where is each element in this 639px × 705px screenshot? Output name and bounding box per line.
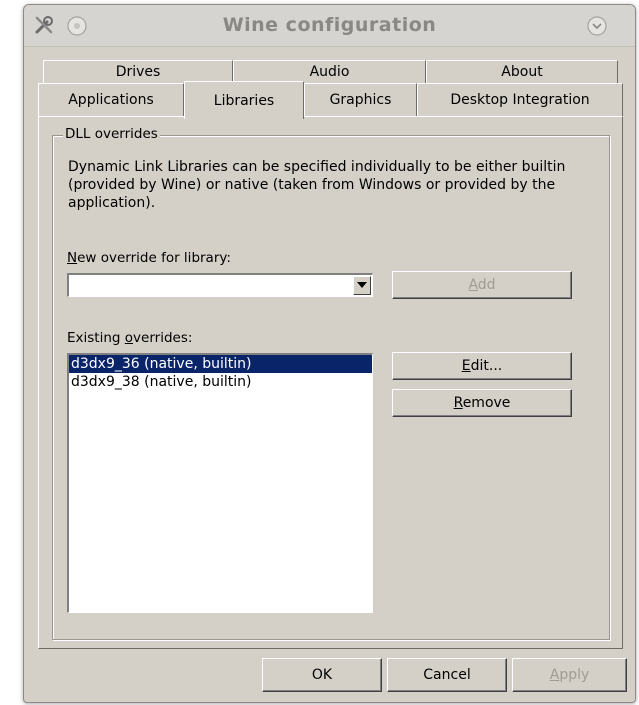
existing-overrides-label: Existing overrides: bbox=[67, 330, 193, 346]
ok-button[interactable]: OK bbox=[262, 658, 382, 692]
chevron-down-icon[interactable] bbox=[586, 15, 608, 37]
tab-graphics[interactable]: Graphics bbox=[304, 83, 417, 116]
new-override-input[interactable] bbox=[69, 275, 349, 295]
tab-drives[interactable]: Drives bbox=[43, 60, 233, 83]
tab-desktop-integration[interactable]: Desktop Integration bbox=[417, 83, 623, 116]
dropdown-button[interactable] bbox=[353, 276, 371, 295]
dll-overrides-group: DLL overrides Dynamic Link Libraries can… bbox=[52, 126, 610, 640]
group-title: DLL overrides bbox=[63, 126, 160, 142]
tab-applications[interactable]: Applications bbox=[38, 83, 184, 116]
remove-button[interactable]: Remove bbox=[392, 389, 572, 417]
tab-audio[interactable]: Audio bbox=[233, 60, 426, 83]
list-item[interactable]: d3dx9_38 (native, builtin) bbox=[69, 373, 372, 391]
edit-button[interactable]: Edit... bbox=[392, 352, 572, 380]
apply-button[interactable]: Apply bbox=[512, 658, 627, 692]
list-item[interactable]: d3dx9_36 (native, builtin) bbox=[69, 355, 372, 373]
description-text: Dynamic Link Libraries can be specified … bbox=[68, 159, 566, 211]
title-bar[interactable]: Wine configuration bbox=[24, 5, 635, 47]
window-title: Wine configuration bbox=[222, 14, 437, 36]
existing-overrides-list[interactable]: d3dx9_36 (native, builtin) d3dx9_38 (nat… bbox=[67, 353, 373, 613]
new-override-combobox[interactable] bbox=[67, 273, 373, 297]
add-button[interactable]: Add bbox=[392, 271, 572, 299]
libraries-panel: DLL overrides Dynamic Link Libraries can… bbox=[38, 116, 623, 649]
cancel-button[interactable]: Cancel bbox=[387, 658, 507, 692]
new-override-label: New override for library: bbox=[67, 250, 231, 266]
wine-config-window: Wine configuration Drives Audio About Ap… bbox=[23, 4, 636, 703]
tab-libraries[interactable]: Libraries bbox=[184, 81, 304, 119]
tab-about[interactable]: About bbox=[426, 60, 618, 83]
dropdown-arrow-icon bbox=[357, 282, 367, 288]
